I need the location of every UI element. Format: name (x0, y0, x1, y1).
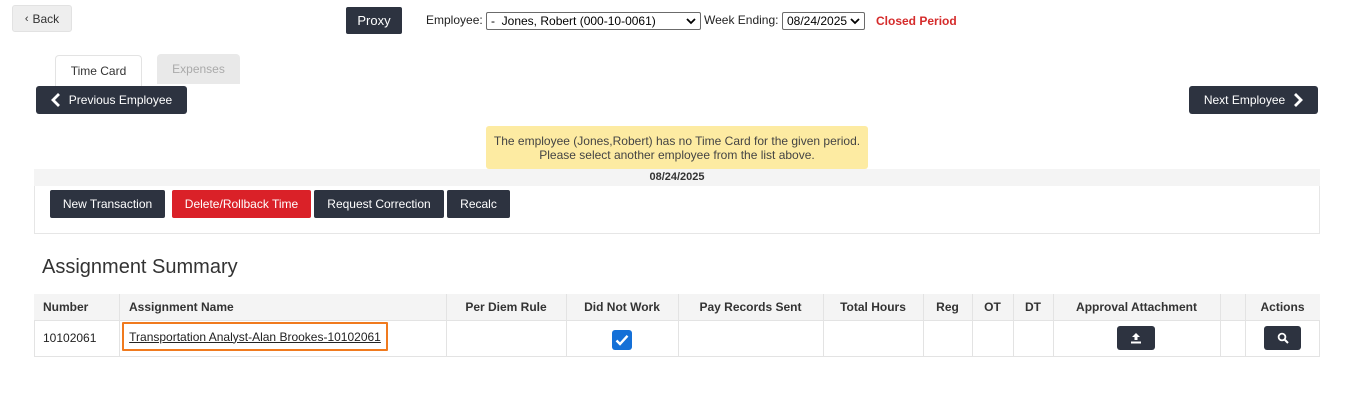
delete-rollback-button[interactable]: Delete/Rollback Time (172, 190, 311, 218)
tab-time-card[interactable]: Time Card (55, 55, 142, 86)
back-button[interactable]: ‹ Back (12, 5, 72, 32)
notice-line-1: The employee (Jones,Robert) has no Time … (493, 134, 861, 148)
column-divider (1220, 294, 1221, 357)
col-reg[interactable]: Reg (923, 294, 972, 320)
back-label: Back (32, 11, 60, 26)
col-approval-attachment[interactable]: Approval Attachment (1053, 294, 1220, 320)
assignment-summary-title: Assignment Summary (42, 256, 238, 278)
recalc-button[interactable]: Recalc (447, 190, 510, 218)
col-number[interactable]: Number (34, 294, 119, 320)
closed-period-status: Closed Period (876, 14, 957, 28)
previous-employee-button[interactable]: Previous Employee (36, 86, 187, 114)
next-employee-button[interactable]: Next Employee (1189, 86, 1318, 114)
week-ending-label: Week Ending: (704, 13, 779, 27)
col-ot[interactable]: OT (972, 294, 1013, 320)
col-total-hours[interactable]: Total Hours (823, 294, 923, 320)
row-number: 10102061 (43, 331, 97, 345)
tab-expenses[interactable]: Expenses (157, 54, 240, 84)
chevron-right-icon (1294, 93, 1304, 107)
notice-line-2: Please select another employee from the … (539, 148, 815, 162)
col-did-not-work[interactable]: Did Not Work (566, 294, 678, 320)
assignment-name-link[interactable]: Transportation Analyst-Alan Brookes-1010… (122, 322, 388, 351)
employee-label: Employee: (426, 13, 483, 27)
col-pay-records-sent[interactable]: Pay Records Sent (678, 294, 823, 320)
week-ending-select[interactable]: 08/24/2025 (782, 12, 865, 30)
col-per-diem-rule[interactable]: Per Diem Rule (446, 294, 566, 320)
upload-attachment-button[interactable] (1117, 326, 1155, 350)
view-details-button[interactable] (1264, 326, 1301, 350)
col-assignment-name[interactable]: Assignment Name (119, 294, 446, 320)
row-divider (34, 320, 1320, 321)
col-actions: Actions (1260, 300, 1305, 314)
week-ending-value: 08/24/2025 (787, 14, 848, 28)
no-timecard-notice: The employee (Jones,Robert) has no Time … (486, 126, 868, 169)
previous-employee-label: Previous Employee (68, 93, 173, 107)
chevron-down-icon (686, 18, 696, 25)
chevron-left-icon: ‹ (24, 12, 29, 25)
next-employee-label: Next Employee (1203, 93, 1286, 107)
chevron-left-icon (50, 93, 60, 107)
col-dt[interactable]: DT (1013, 294, 1053, 320)
employee-select-value: - Jones, Robert (000-10-0061) (491, 14, 656, 28)
request-correction-button[interactable]: Request Correction (314, 190, 444, 218)
did-not-work-checkbox[interactable] (612, 330, 632, 350)
proxy-button[interactable]: Proxy (346, 7, 402, 34)
new-transaction-button[interactable]: New Transaction (50, 190, 165, 218)
chevron-down-icon (850, 18, 860, 25)
search-icon (1277, 332, 1289, 344)
checkmark-icon (615, 334, 629, 346)
period-date-header: 08/24/2025 (34, 169, 1320, 186)
upload-icon (1131, 333, 1141, 344)
employee-select[interactable]: - Jones, Robert (000-10-0061) (486, 12, 701, 30)
